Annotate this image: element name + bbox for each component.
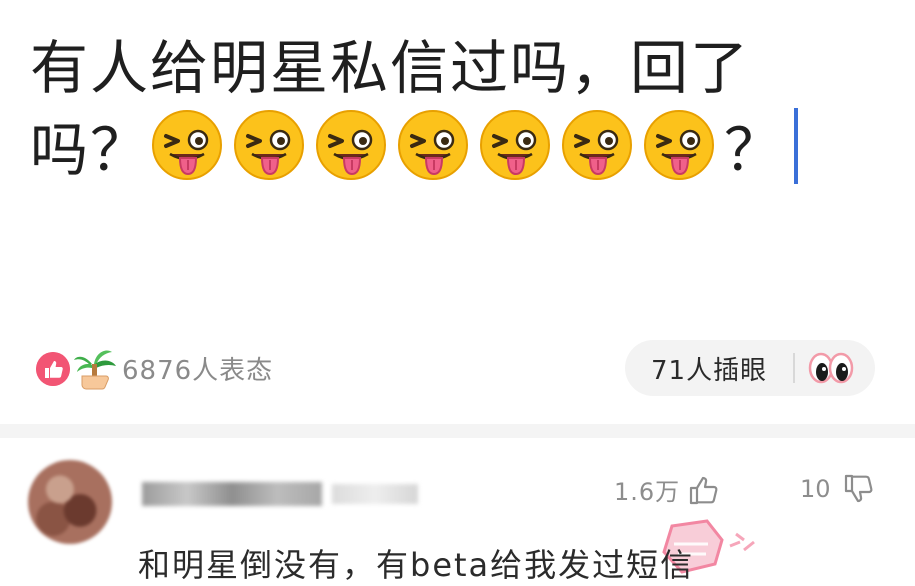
palm-tree-hand-icon	[74, 350, 116, 390]
comment-text: 和明星倒没有，有beta给我发过短信	[138, 546, 695, 584]
tongue-wink-emoji	[562, 110, 633, 180]
poke-count-label: 71人插眼	[651, 355, 768, 386]
tongue-wink-emoji	[234, 110, 305, 180]
emoji-row	[150, 110, 724, 184]
reaction-icons	[36, 346, 118, 390]
thumbs-down-outline-icon	[844, 474, 873, 503]
thumbs-up-icon	[36, 352, 70, 386]
blurred-username	[142, 482, 322, 506]
post-title-line-2: 吗？ ？	[30, 108, 880, 188]
post-title-line-2-suffix: ？	[724, 116, 785, 184]
like-count: 1.6万	[614, 478, 681, 506]
poke-button[interactable]: 71人插眼	[625, 340, 875, 396]
comment-item[interactable]: 1.6万 10 和明星倒没有，有beta给我发过短信	[0, 438, 915, 584]
reply-count: 10	[800, 475, 831, 503]
tongue-wink-emoji	[644, 110, 715, 180]
thumbs-up-outline-icon	[690, 476, 718, 504]
section-divider	[0, 424, 915, 438]
text-caret	[794, 108, 799, 184]
reaction-bar[interactable]: 6876人表态	[36, 344, 273, 392]
post-title-line-1: 有人给明星私信过吗，回了	[30, 34, 751, 102]
reply-button[interactable]: 10	[800, 472, 875, 506]
pill-divider	[793, 353, 796, 383]
blurred-user-meta	[332, 484, 418, 504]
tongue-wink-emoji	[480, 110, 551, 180]
avatar[interactable]	[28, 460, 112, 544]
eyes-icon	[808, 352, 854, 384]
post-title-line-2-prefix: 吗？	[30, 116, 151, 184]
like-button[interactable]: 1.6万	[614, 472, 720, 507]
reaction-count: 6876人表态	[122, 355, 274, 386]
post-title: 有人给明星私信过吗，回了 吗？ ？	[30, 28, 880, 188]
tongue-wink-emoji	[316, 110, 387, 180]
tongue-wink-emoji	[398, 110, 469, 180]
tongue-wink-emoji	[152, 110, 223, 180]
